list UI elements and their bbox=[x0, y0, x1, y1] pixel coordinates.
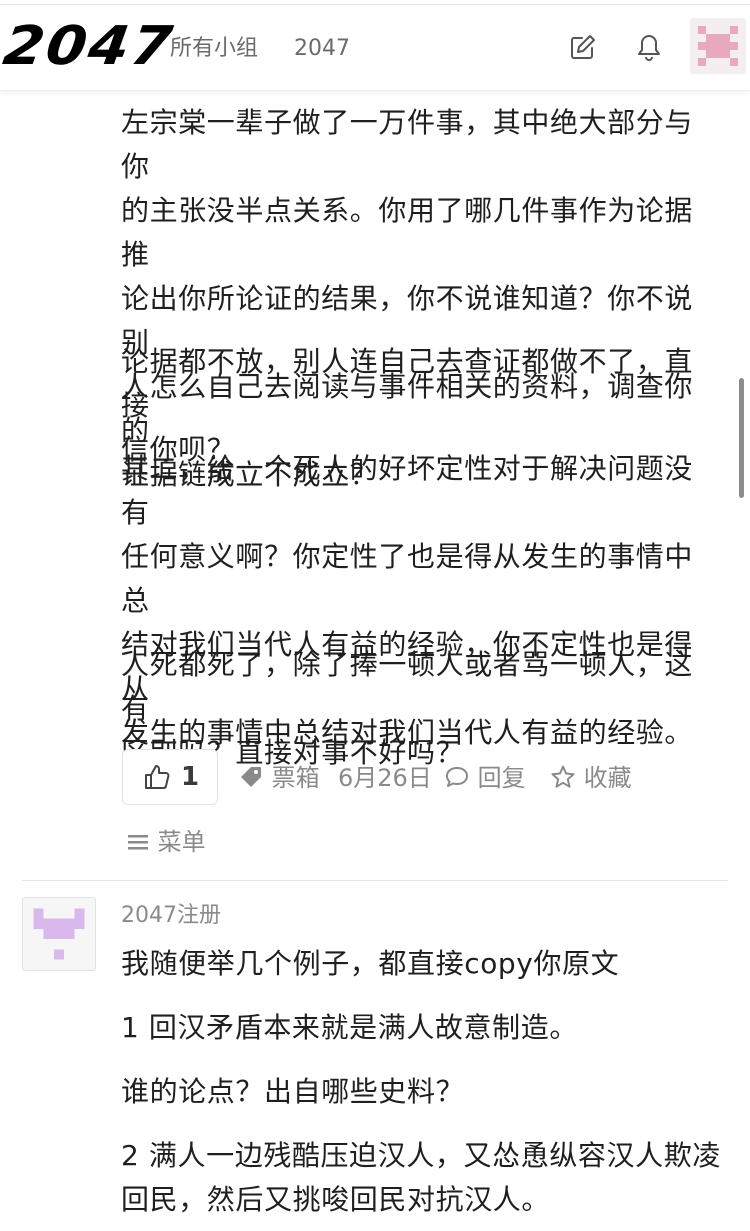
like-count: 1 bbox=[181, 762, 200, 792]
favorite-button[interactable]: 收藏 bbox=[550, 762, 632, 794]
edit-icon[interactable] bbox=[568, 32, 598, 62]
post-date: 6月26日 bbox=[338, 764, 432, 792]
page-scrollbar[interactable] bbox=[739, 378, 744, 498]
avatar-pixel bbox=[698, 58, 706, 66]
post-divider bbox=[22, 880, 728, 881]
avatar-pixel bbox=[43, 928, 75, 940]
comment-paragraph: 谁的论点？出自哪些史料？ bbox=[121, 1075, 465, 1108]
favorite-label: 收藏 bbox=[583, 764, 632, 792]
avatar-pixel bbox=[33, 918, 85, 929]
avatar-pixel bbox=[53, 949, 65, 960]
avatar-pixel bbox=[706, 34, 730, 42]
ticket-box-button[interactable]: 票箱 bbox=[238, 762, 320, 794]
hamburger-menu-icon bbox=[128, 835, 148, 850]
comment-paragraph: 1 回汉矛盾本来就是满人故意制造。 bbox=[121, 1011, 578, 1044]
speech-bubble-icon bbox=[446, 767, 468, 787]
comment-paragraph: 2 满人一边残酷压迫汉人，又怂恿纵容汉人欺凌 回民，然后又挑唆回民对抗汉人。 bbox=[121, 1139, 721, 1216]
avatar-pixel bbox=[74, 908, 85, 919]
avatar-pixel bbox=[698, 26, 706, 34]
thumbs-up-icon bbox=[143, 763, 171, 791]
bell-icon[interactable] bbox=[634, 32, 664, 62]
top-border-line bbox=[0, 4, 750, 5]
top-navigation-bar: 2047 所有小组 2047 bbox=[0, 0, 750, 91]
comment-author[interactable]: 2047注册 bbox=[121, 900, 221, 932]
tag-icon bbox=[241, 767, 261, 787]
menu-label: 菜单 bbox=[157, 828, 206, 856]
avatar-pixel bbox=[698, 42, 738, 50]
comment-paragraph: 我随便举几个例子，都直接copy你原文 bbox=[121, 947, 620, 980]
avatar-pixel bbox=[706, 50, 730, 58]
commenter-avatar[interactable] bbox=[22, 897, 96, 971]
like-button[interactable]: 1 bbox=[122, 749, 218, 805]
star-icon bbox=[551, 765, 575, 788]
avatar-pixel bbox=[730, 58, 738, 66]
ticket-box-label: 票箱 bbox=[271, 764, 320, 792]
avatar-pixel bbox=[730, 26, 738, 34]
reply-button[interactable]: 回复 bbox=[444, 762, 526, 794]
nav-link-2047[interactable]: 2047 bbox=[294, 34, 350, 64]
site-logo[interactable]: 2047 bbox=[0, 14, 178, 77]
nav-link-all-groups[interactable]: 所有小组 bbox=[170, 34, 258, 64]
user-avatar[interactable] bbox=[690, 18, 746, 74]
reply-label: 回复 bbox=[477, 764, 526, 792]
avatar-pixel bbox=[33, 908, 44, 919]
menu-button[interactable]: 菜单 bbox=[126, 826, 206, 858]
